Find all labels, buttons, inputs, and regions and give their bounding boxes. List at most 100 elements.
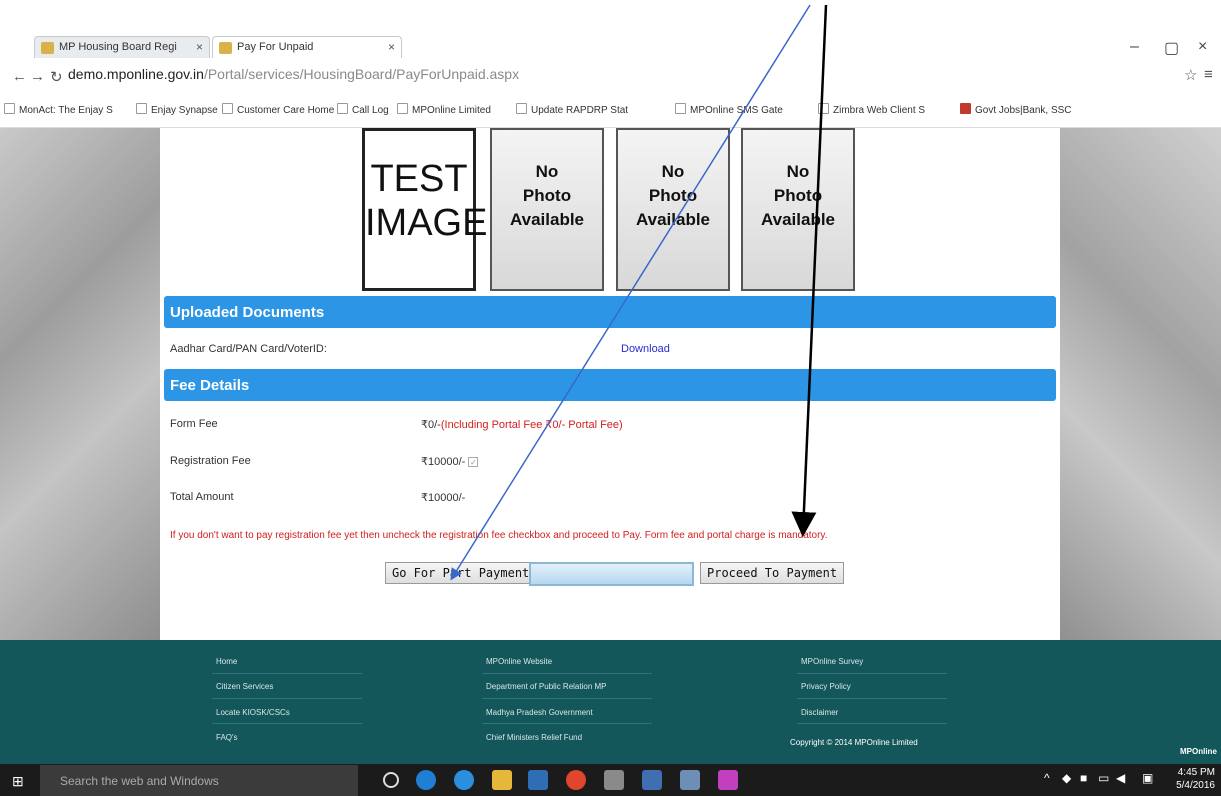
bookmark-star-icon[interactable]: ☆ — [1184, 66, 1197, 84]
blank-button[interactable] — [529, 562, 694, 586]
brand-logo-text: MPOnline — [1180, 747, 1217, 756]
registration-fee-checkbox[interactable]: ✓ — [468, 457, 479, 467]
page-icon — [222, 103, 233, 114]
store-icon[interactable] — [528, 770, 548, 790]
bookmark-item[interactable]: Govt Jobs|Bank, SSC — [960, 103, 1072, 116]
bookmark-item[interactable]: Customer Care Home — [222, 103, 334, 116]
chat-icon[interactable]: ▭ — [1098, 771, 1109, 785]
internet-explorer-icon[interactable] — [454, 770, 474, 790]
bookmark-item[interactable]: Update RAPDRP Stat — [516, 103, 628, 116]
favicon-icon — [219, 42, 232, 54]
footer-link[interactable]: Citizen Services — [216, 682, 273, 691]
footer-link[interactable]: Disclaimer — [801, 708, 838, 717]
file-explorer-icon[interactable] — [492, 770, 512, 790]
copyright-text: Copyright © 2014 MPOnline Limited — [790, 738, 918, 747]
bookmark-item[interactable]: MonAct: The Enjay S — [4, 103, 113, 116]
page-icon — [337, 103, 348, 114]
site-footer — [0, 640, 1221, 764]
maximize-icon[interactable]: ▢ — [1164, 38, 1179, 58]
reload-icon[interactable]: ↻ — [50, 68, 63, 86]
page-icon — [675, 103, 686, 114]
footer-divider — [797, 723, 947, 724]
windows-start-icon[interactable]: ⊞ — [12, 773, 24, 790]
go-for-part-payment-button[interactable]: Go For Part Payment — [385, 562, 537, 584]
footer-link[interactable]: Department of Public Relation MP — [486, 682, 607, 691]
total-amount-label: Total Amount — [170, 491, 234, 503]
footer-divider — [212, 698, 362, 699]
page-icon — [818, 103, 829, 114]
bookmark-item[interactable]: MPOnline Limited — [397, 103, 491, 116]
no-photo-placeholder: No Photo Available — [490, 128, 604, 291]
url-path: /Portal/services/HousingBoard/PayForUnpa… — [203, 66, 520, 82]
fee-details-header: Fee Details — [164, 369, 1056, 401]
menu-icon[interactable]: ≡ — [1204, 66, 1213, 83]
form-fee-note: (Including Portal Fee ₹0/- Portal Fee) — [440, 419, 623, 431]
minimize-icon[interactable]: – — [1130, 38, 1139, 56]
close-tab-icon[interactable]: × — [196, 40, 203, 54]
bookmark-item[interactable]: Zimbra Web Client S — [818, 103, 925, 116]
background-building-image-right — [1060, 128, 1221, 640]
registration-fee-label: Registration Fee — [170, 455, 251, 467]
form-fee-label: Form Fee — [170, 418, 218, 430]
footer-divider — [797, 673, 947, 674]
tab-label: Pay For Unpaid — [237, 41, 314, 53]
footer-divider — [482, 673, 652, 674]
total-amount-value: ₹10000/- — [421, 492, 466, 504]
no-photo-placeholder: No Photo Available — [741, 128, 855, 291]
page-icon — [960, 103, 971, 114]
address-bar[interactable]: demo.mponline.gov.in/Portal/services/Hou… — [68, 66, 1178, 88]
footer-link[interactable]: Home — [216, 657, 237, 666]
document-label: Aadhar Card/PAN Card/VoterID: — [170, 343, 327, 355]
close-window-icon[interactable]: × — [1198, 38, 1207, 56]
footer-divider — [212, 673, 362, 674]
page-icon — [4, 103, 15, 114]
registration-fee-value: ₹10000/- — [421, 456, 466, 468]
page-icon — [136, 103, 147, 114]
network-icon[interactable]: ◆ — [1062, 771, 1071, 785]
tab-label: MP Housing Board Regi — [59, 41, 177, 53]
form-fee-value: ₹0/- — [421, 419, 441, 431]
footer-link[interactable]: Privacy Policy — [801, 682, 851, 691]
edge-browser-icon[interactable] — [416, 770, 436, 790]
download-link[interactable]: Download — [621, 343, 670, 355]
app-icon[interactable] — [680, 770, 700, 790]
taskbar-clock[interactable]: 4:45 PM 5/4/2016 — [1176, 766, 1215, 792]
notification-icon[interactable]: ▣ — [1142, 771, 1153, 785]
bookmark-item[interactable]: Enjay Synapse — [136, 103, 218, 116]
favicon-icon — [41, 42, 54, 54]
uploaded-documents-header: Uploaded Documents — [164, 296, 1056, 328]
calendar-app-icon[interactable] — [642, 770, 662, 790]
bookmark-item[interactable]: Call Log — [337, 103, 389, 116]
test-image-photo: TEST IMAGE — [362, 128, 487, 291]
app-tray-icon[interactable]: ■ — [1080, 771, 1087, 785]
task-view-icon[interactable] — [383, 772, 399, 788]
no-photo-placeholder: No Photo Available — [616, 128, 730, 291]
footer-link[interactable]: MPOnline Survey — [801, 657, 863, 666]
volume-icon[interactable]: ◀ — [1116, 771, 1125, 785]
tab-housing-board[interactable]: MP Housing Board Regi × — [34, 36, 210, 58]
footer-divider — [212, 723, 362, 724]
footer-link[interactable]: MPOnline Website — [486, 657, 552, 666]
tab-pay-for-unpaid[interactable]: Pay For Unpaid × — [212, 36, 402, 58]
footer-link[interactable]: Chief Ministers Relief Fund — [486, 733, 582, 742]
taskbar-search-input[interactable]: Search the web and Windows — [40, 765, 358, 796]
page-icon — [397, 103, 408, 114]
tray-chevron-icon[interactable]: ^ — [1044, 771, 1050, 785]
chrome-icon[interactable] — [566, 770, 586, 790]
footer-link[interactable]: Madhya Pradesh Government — [486, 708, 593, 717]
bookmark-item[interactable]: MPOnline SMS Gate — [675, 103, 783, 116]
background-building-image-left — [0, 128, 160, 640]
paint-icon[interactable] — [718, 770, 738, 790]
url-host: demo.mponline.gov.in — [68, 66, 204, 82]
back-icon[interactable]: ← — [12, 68, 27, 85]
footer-divider — [482, 723, 652, 724]
close-tab-icon[interactable]: × — [388, 40, 395, 54]
footer-link[interactable]: Locate KIOSK/CSCs — [216, 708, 290, 717]
app-icon[interactable] — [604, 770, 624, 790]
footer-link[interactable]: FAQ's — [216, 733, 238, 742]
footer-divider — [797, 698, 947, 699]
page-icon — [516, 103, 527, 114]
proceed-to-payment-button[interactable]: Proceed To Payment — [700, 562, 845, 584]
footer-divider — [482, 698, 652, 699]
forward-icon[interactable]: → — [30, 68, 45, 85]
